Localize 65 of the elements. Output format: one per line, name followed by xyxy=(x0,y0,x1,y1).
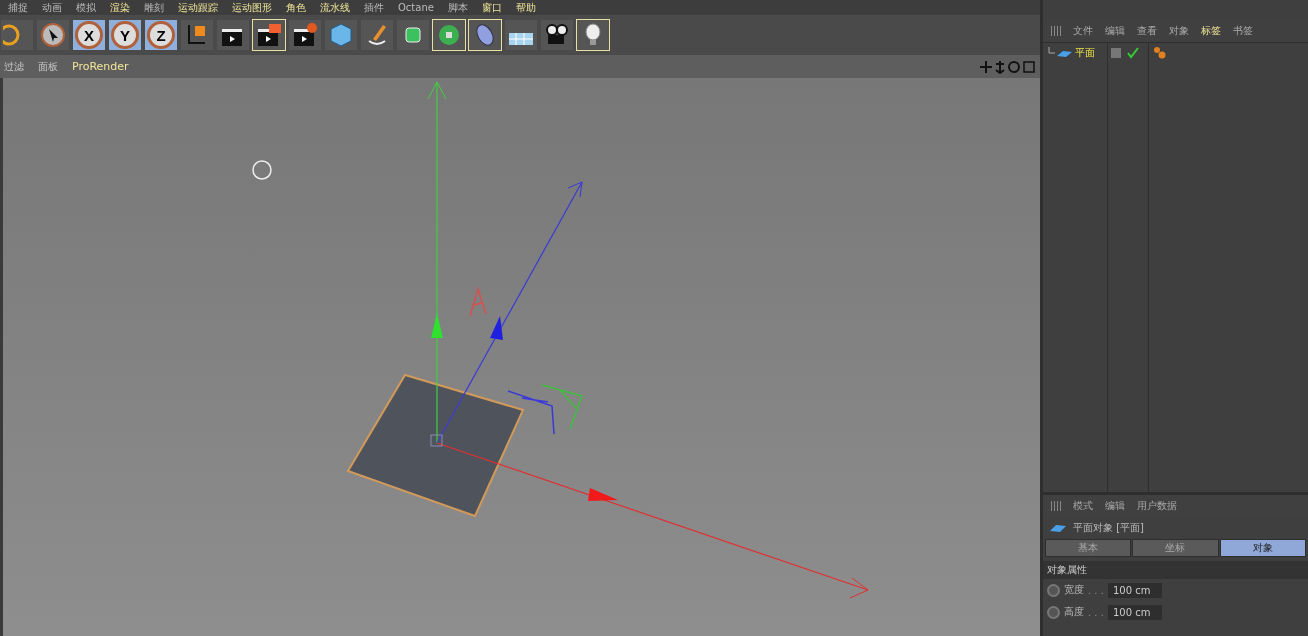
menu-item[interactable]: 渲染 xyxy=(110,2,130,13)
menu-item[interactable]: 对象 xyxy=(1169,24,1189,38)
menu-item[interactable]: 角色 xyxy=(286,2,306,13)
toolbar-icon[interactable] xyxy=(216,19,250,51)
toolbar-icon[interactable] xyxy=(36,19,70,51)
menu-item[interactable]: 捕捉 xyxy=(8,2,28,13)
menu-item[interactable]: 编辑 xyxy=(1105,24,1125,38)
tab[interactable]: 基本 xyxy=(1045,539,1132,557)
menu-item[interactable]: 模拟 xyxy=(76,2,96,13)
axis-lock-button[interactable]: X xyxy=(72,19,106,51)
axis-lock-button[interactable]: Z xyxy=(144,19,178,51)
menu-item[interactable]: 运动图形 xyxy=(232,2,272,13)
tab[interactable]: 对象 xyxy=(1219,539,1306,557)
menu-item[interactable]: 帮助 xyxy=(515,2,536,13)
menu-item[interactable]: 插件 xyxy=(364,2,384,13)
menu-item[interactable]: ProRender xyxy=(72,60,129,73)
menu-item[interactable]: 流水线 xyxy=(320,2,350,13)
plane-icon xyxy=(1049,523,1067,533)
menu-item[interactable]: 用户数据 xyxy=(1137,499,1177,513)
view-navigation-icon[interactable] xyxy=(980,59,1036,74)
y-axis-arrow[interactable] xyxy=(427,81,447,444)
radio-button[interactable] xyxy=(1047,583,1060,597)
field-label: 宽度 xyxy=(1064,583,1084,597)
number-field[interactable]: 100 cm xyxy=(1107,582,1163,598)
plane-object[interactable] xyxy=(346,373,525,518)
toolbar-icon[interactable] xyxy=(180,19,214,51)
menu-item[interactable]: 编辑 xyxy=(1105,499,1125,513)
object-title: 平面对象 [平面] xyxy=(1073,521,1144,535)
menu-item[interactable]: 雕刻 xyxy=(144,2,164,13)
toolbar-icon[interactable] xyxy=(360,19,394,51)
object-row[interactable]: 平面 xyxy=(1043,45,1107,61)
menu-item[interactable]: 脚本 xyxy=(447,2,468,13)
menu-item[interactable]: 标签 xyxy=(1201,24,1221,38)
rotation-handle[interactable] xyxy=(541,384,583,430)
object-name[interactable]: 平面 xyxy=(1075,46,1095,60)
x-axis-arrow[interactable] xyxy=(436,442,869,599)
radio-button[interactable] xyxy=(1047,605,1060,619)
plane-icon xyxy=(1047,47,1073,59)
menu-item[interactable]: 查看 xyxy=(1137,24,1157,38)
toolbar-icon[interactable] xyxy=(540,19,574,51)
field-label: 高度 xyxy=(1064,605,1084,619)
axis-lock-button[interactable]: Y xyxy=(108,19,142,51)
menu-item[interactable]: 过滤 xyxy=(4,59,24,74)
menu-item[interactable]: 面板 xyxy=(38,59,58,74)
object-axis-icon xyxy=(430,434,443,447)
rotation-handle[interactable] xyxy=(507,390,555,435)
tag-icon[interactable] xyxy=(1153,46,1167,60)
menu-item[interactable]: 模式 xyxy=(1073,499,1093,513)
toolbar-icon[interactable] xyxy=(288,19,322,51)
z-axis-arrow[interactable] xyxy=(436,181,583,444)
menu-item[interactable]: 文件 xyxy=(1073,24,1093,38)
menu-item[interactable]: 运动跟踪 xyxy=(178,2,218,13)
field-dots: . . . xyxy=(1088,584,1104,596)
cursor-circle-icon xyxy=(252,160,272,180)
rotation-handle[interactable] xyxy=(469,286,487,317)
viewport[interactable] xyxy=(0,78,1040,636)
field-dots: . . . xyxy=(1088,606,1104,618)
menu-item[interactable]: 窗口 xyxy=(481,2,502,13)
visibility-check-icon[interactable] xyxy=(1110,47,1140,59)
menu-item[interactable]: 动画 xyxy=(42,2,62,13)
number-field[interactable]: 100 cm xyxy=(1107,604,1163,620)
toolbar-icon[interactable] xyxy=(504,19,538,51)
menu-item[interactable]: 书签 xyxy=(1233,24,1253,38)
section-header: 对象属性 xyxy=(1043,561,1308,579)
menu-item[interactable]: Octane xyxy=(398,2,434,13)
